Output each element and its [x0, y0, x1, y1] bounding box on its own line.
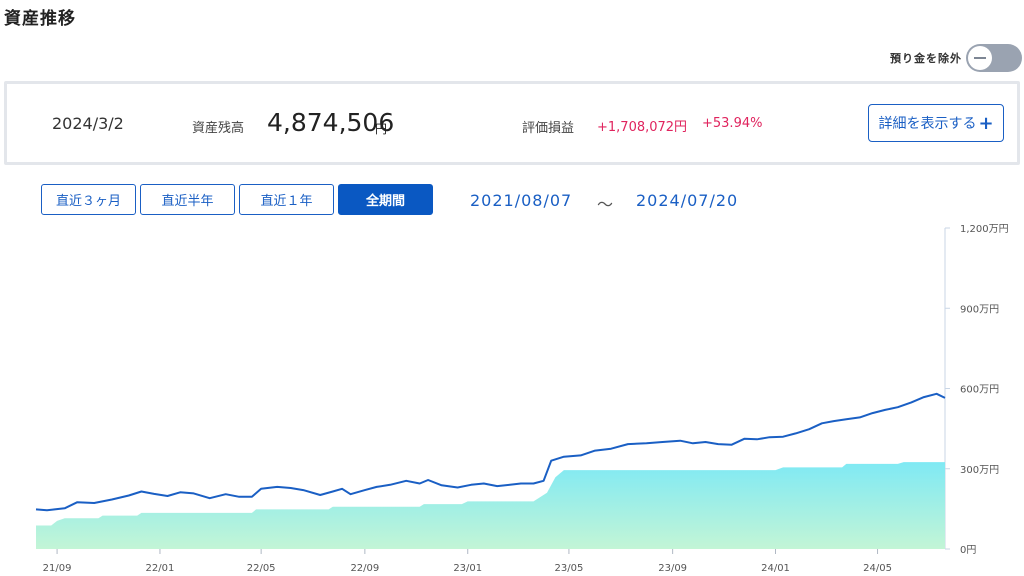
assets-label: 資産残高 [192, 121, 245, 136]
page-title: 資産推移 [4, 9, 76, 29]
x-tick-label: 24/01 [761, 563, 790, 574]
y-tick-label: 300万円 [960, 465, 999, 476]
toggle-knob-minus-icon [968, 46, 992, 70]
summary-panel: 2024/3/2 資産残高 4,874,506 円 評価損益 +1,708,07… [4, 81, 1020, 165]
profit-loss-label: 評価損益 [522, 121, 575, 136]
x-tick-label: 22/01 [146, 563, 175, 574]
profit-loss-percent: +53.94% [702, 116, 763, 131]
asset-history-chart[interactable]: 0円 300万円 600万円 900万円 1,200万円 21/09 22/01 22/05 2… [0, 220, 1024, 576]
period-all-button[interactable]: 全期間 [338, 184, 433, 215]
x-tick-label: 22/09 [350, 563, 379, 574]
y-tick-label: 1,200万円 [960, 224, 1009, 235]
deposits-area-series [36, 462, 945, 549]
y-tick-label: 600万円 [960, 385, 999, 396]
range-separator: ～ [597, 195, 614, 214]
x-tick-label: 21/09 [43, 563, 72, 574]
x-tick-label: 23/01 [453, 563, 482, 574]
range-start-date: 2021/08/07 [470, 191, 573, 210]
x-tick-label: 24/05 [863, 563, 892, 574]
exclude-deposits-label: 預り金を除外 [890, 52, 962, 65]
show-details-label: 詳細を表示する [878, 116, 977, 132]
y-tick-label: 900万円 [960, 304, 999, 315]
x-tick-label: 23/09 [658, 563, 687, 574]
profit-loss-value: +1,708,072円 [597, 120, 688, 135]
y-tick-label: 0円 [960, 545, 976, 556]
assets-unit: 円 [375, 122, 388, 136]
exclude-deposits-toggle[interactable] [966, 44, 1022, 72]
x-tick-label: 22/05 [247, 563, 276, 574]
period-3-months-button[interactable]: 直近３ヶ月 [41, 184, 136, 215]
exclude-deposits-toggle-group: 預り金を除外 [890, 44, 1022, 72]
show-details-button[interactable]: 詳細を表示する + [868, 104, 1004, 142]
x-tick-label: 23/05 [555, 563, 584, 574]
range-end-date: 2024/07/20 [636, 191, 739, 210]
summary-date: 2024/3/2 [52, 114, 124, 133]
period-6-months-button[interactable]: 直近半年 [140, 184, 235, 215]
period-1-year-button[interactable]: 直近１年 [239, 184, 334, 215]
plus-icon: + [978, 112, 994, 134]
